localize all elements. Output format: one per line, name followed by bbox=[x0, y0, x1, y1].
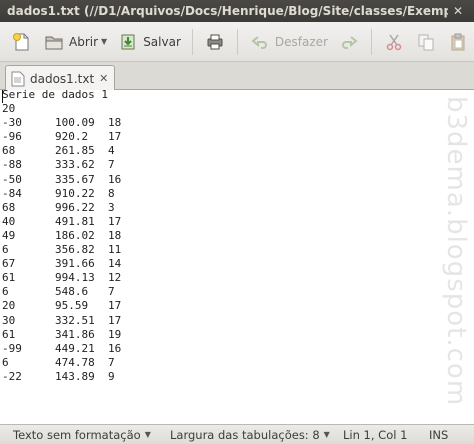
statusbar: Texto sem formatação ▼ Largura das tabul… bbox=[0, 424, 474, 444]
watermark-text: b3dema.blogspot.com bbox=[441, 96, 471, 407]
redo-icon bbox=[338, 31, 360, 53]
window-close-icon[interactable]: ✕ bbox=[448, 2, 468, 20]
undo-button-label: Desfazer bbox=[274, 34, 328, 49]
insert-mode-label: INS bbox=[429, 427, 449, 442]
redo-button[interactable] bbox=[333, 27, 365, 57]
window-title: dados1.txt (//D1/Arquivos/Docs/Henrique/… bbox=[7, 4, 448, 18]
toolbar-separator bbox=[191, 28, 193, 55]
window-titlebar[interactable]: dados1.txt (//D1/Arquivos/Docs/Henrique/… bbox=[0, 0, 474, 22]
watermark: b3dema.blogspot.com bbox=[438, 96, 471, 424]
toolbar-separator bbox=[370, 28, 372, 55]
undo-icon bbox=[249, 31, 271, 53]
cursor-position: Lin 1, Col 1 bbox=[343, 428, 407, 442]
copy-button[interactable] bbox=[410, 27, 442, 57]
open-dropdown-icon[interactable]: ▼ bbox=[101, 37, 107, 46]
new-document-icon bbox=[11, 31, 33, 53]
save-button[interactable]: Salvar bbox=[112, 27, 186, 57]
toolbar-separator bbox=[236, 28, 238, 55]
folder-icon bbox=[43, 31, 65, 53]
undo-button[interactable]: Desfazer bbox=[244, 27, 333, 57]
open-button[interactable]: Abrir ▼ bbox=[38, 27, 112, 57]
tab-width-label: Largura das tabulações: 8 bbox=[170, 427, 320, 442]
insert-mode: INS bbox=[429, 428, 448, 442]
scissors-icon bbox=[383, 31, 405, 53]
document-tabbar: dados1.txt ✕ bbox=[0, 62, 474, 91]
tab-width-dropdown-icon: ▼ bbox=[323, 430, 330, 439]
syntax-label: Texto sem formatação bbox=[13, 427, 141, 442]
printer-icon bbox=[204, 31, 226, 53]
tab-close-icon[interactable]: ✕ bbox=[99, 72, 108, 85]
paste-button[interactable] bbox=[442, 27, 474, 57]
tab-dados1[interactable]: dados1.txt ✕ bbox=[5, 65, 115, 91]
clipboard-icon bbox=[447, 31, 469, 53]
open-button-label: Abrir bbox=[69, 34, 99, 49]
syntax-selector[interactable]: Texto sem formatação ▼ bbox=[13, 428, 151, 442]
document-text[interactable]: Serie de dados 1 20 -30 100.09 18 -96 92… bbox=[2, 90, 121, 384]
tab-width-selector[interactable]: Largura das tabulações: 8 ▼ bbox=[170, 428, 330, 442]
save-icon bbox=[117, 31, 139, 53]
copy-icon bbox=[415, 31, 437, 53]
text-editor-area[interactable]: Serie de dados 1 20 -30 100.09 18 -96 92… bbox=[0, 90, 474, 424]
save-button-label: Salvar bbox=[143, 34, 181, 49]
text-cursor bbox=[2, 90, 3, 103]
toolbar: Abrir ▼ Salvar Desfazer bbox=[0, 22, 474, 62]
syntax-dropdown-icon: ▼ bbox=[144, 430, 151, 439]
cut-button[interactable] bbox=[378, 27, 410, 57]
tab-label: dados1.txt bbox=[30, 71, 95, 86]
text-file-icon bbox=[11, 71, 25, 87]
new-document-button[interactable] bbox=[6, 27, 38, 57]
cursor-position-label: Lin 1, Col 1 bbox=[343, 427, 408, 442]
print-button[interactable] bbox=[199, 27, 231, 57]
